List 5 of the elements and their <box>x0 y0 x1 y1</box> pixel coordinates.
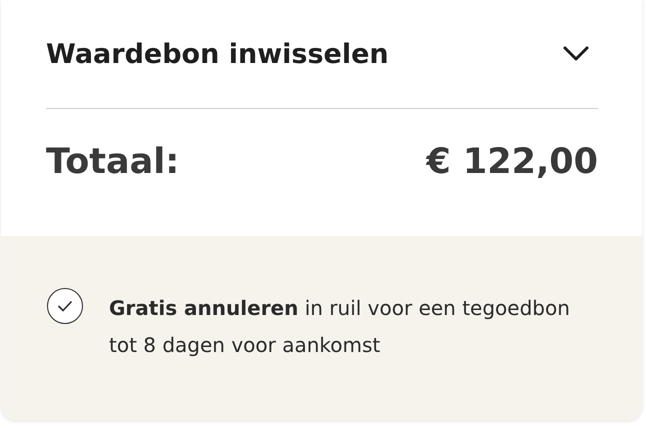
total-label: Totaal: <box>46 142 180 182</box>
voucher-title: Waardebon inwisselen <box>46 38 389 70</box>
notice-text: Gratis annuleren in ruil voor een tegoedbon tot 8 dagen voor aankomst <box>109 295 571 359</box>
total-amount: € 122,00 <box>426 142 598 182</box>
expand-button[interactable] <box>562 45 590 63</box>
